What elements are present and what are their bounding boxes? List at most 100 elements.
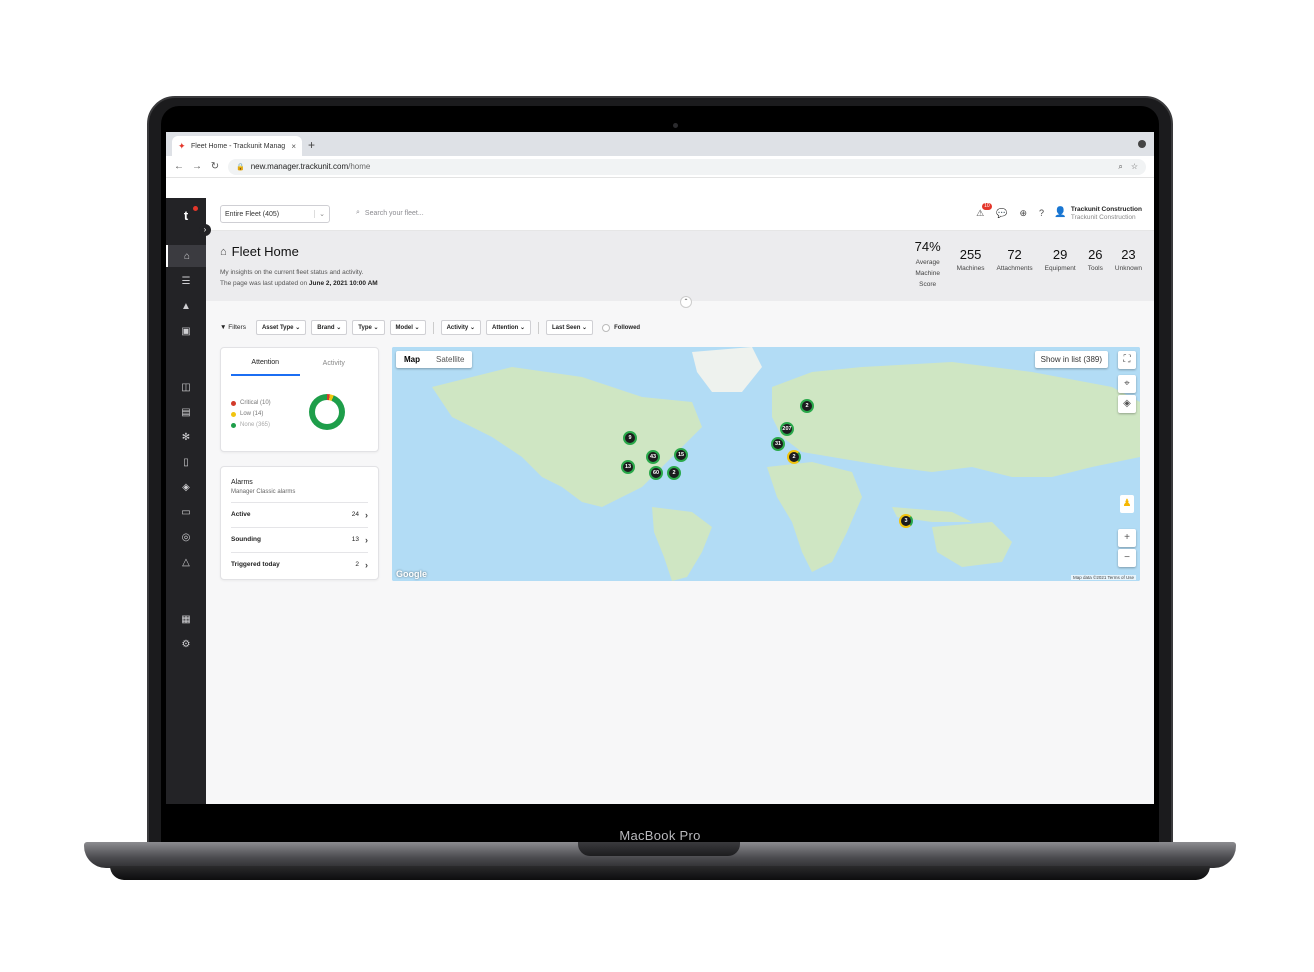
browser-tab[interactable]: ✦ Fleet Home - Trackunit Manag × [172, 136, 302, 156]
map-cluster[interactable]: 3 [899, 514, 913, 528]
map-cluster[interactable]: 43 [646, 450, 660, 464]
stat-tools[interactable]: 26 Tools [1082, 247, 1109, 290]
collapse-header-button[interactable]: ⌃ [680, 296, 692, 308]
filter-type[interactable]: Type ⌄ [352, 320, 385, 335]
location-pin-icon[interactable]: ⌖ [1118, 375, 1136, 393]
map-cluster[interactable]: 15 [674, 448, 688, 462]
search-placeholder: Search your fleet... [364, 209, 424, 217]
page-title: ⌂ Fleet Home [220, 244, 299, 259]
filter-brand[interactable]: Brand ⌄ [311, 320, 348, 335]
page-subtitle-text: My insights on the current fleet status … [220, 269, 364, 276]
filter-last-seen[interactable]: Last Seen ⌄ [546, 320, 594, 335]
chat-icon[interactable]: 💬 [996, 208, 1007, 219]
fleet-select[interactable]: Entire Fleet (405) ⌄ [220, 205, 330, 223]
map-cluster[interactable]: 60 [649, 466, 663, 480]
cone-icon[interactable]: △ [166, 551, 206, 573]
stat-label: Machines [956, 265, 985, 272]
updated-prefix: The page was last updated on [220, 280, 308, 287]
document-search-icon[interactable]: ▤ [166, 401, 206, 423]
fleet-map[interactable]: Map Satellite Show in list (389) ⛶ ⌖ ◈ ♟… [392, 347, 1140, 581]
address-bar: ← → ↻ 🔒 new.manager.trackunit.com/home ⌕… [166, 156, 1154, 178]
map-cluster[interactable]: 9 [623, 431, 637, 445]
reload-icon[interactable]: ↻ [210, 161, 220, 172]
updated-value: June 2, 2021 10:00 AM [308, 280, 378, 287]
map-type-satellite[interactable]: Satellite [428, 351, 472, 368]
help-icon[interactable]: ? [1039, 208, 1044, 219]
alarm-row-sounding[interactable]: Sounding 13 › [231, 527, 368, 551]
map-credit: Map data ©2021 Terms of Use [1070, 575, 1136, 580]
zoom-out-button[interactable]: − [1118, 549, 1136, 567]
layers-icon[interactable]: ◈ [166, 476, 206, 498]
map-cluster[interactable]: 207 [780, 422, 794, 436]
settings-icon[interactable]: ⚙ [166, 633, 206, 655]
stat-label: Tools [1087, 265, 1103, 272]
map-cluster[interactable]: 13 [621, 460, 635, 474]
tab-attention[interactable]: Attention [231, 359, 300, 376]
url-path: /home [348, 162, 371, 171]
map-cluster[interactable]: 31 [771, 437, 785, 451]
expand-sidebar-button[interactable]: › [199, 224, 211, 236]
stat-unknown[interactable]: 23 Unknown [1109, 247, 1148, 290]
layers-icon[interactable]: ◈ [1118, 395, 1136, 413]
alarm-row-active[interactable]: Active 24 › [231, 502, 368, 526]
tab-title: Fleet Home - Trackunit Manag [191, 142, 286, 150]
reports-icon[interactable]: ▣ [166, 320, 206, 342]
stat-label: Attachments [996, 265, 1033, 272]
followed-toggle[interactable]: Followed [602, 323, 640, 332]
lock-icon: 🔒 [236, 163, 245, 171]
search-input[interactable]: ⌕ Search your fleet... [356, 209, 424, 217]
close-icon[interactable]: × [291, 142, 296, 151]
attention-legend: Critical (10) Low (14) None (365) [231, 398, 271, 431]
home-icon[interactable]: ⌂ [166, 245, 206, 267]
box-icon[interactable]: ◫ [166, 376, 206, 398]
globe-icon[interactable]: ⊕ [1019, 208, 1027, 219]
chevron-right-icon: › [365, 534, 368, 545]
battery-icon[interactable]: ▭ [166, 501, 206, 523]
tab-activity[interactable]: Activity [300, 360, 369, 375]
assets-icon[interactable]: ▲ [166, 295, 206, 317]
stat-attachments[interactable]: 72 Attachments [990, 247, 1038, 290]
new-tab-icon[interactable]: + [308, 138, 315, 152]
trackunit-logo[interactable]: t [177, 206, 198, 224]
world-map-background [392, 347, 1140, 581]
zoom-icon[interactable]: ⌕ [1118, 162, 1122, 172]
notification-badge: 10 [982, 203, 992, 210]
filter-attention[interactable]: Attention ⌄ [485, 320, 532, 335]
map-cluster[interactable]: 2 [800, 399, 814, 413]
filter-activity[interactable]: Activity ⌄ [440, 320, 481, 335]
fullscreen-icon[interactable]: ⛶ [1118, 351, 1136, 369]
stat-number: 23 [1121, 247, 1136, 262]
camera [673, 123, 678, 128]
street-view-icon[interactable]: ♟ [1120, 495, 1134, 513]
legend-critical: Critical (10) [231, 398, 271, 409]
laptop-model-label: MacBook Pro [619, 828, 701, 843]
device-icon[interactable]: ▯ [166, 451, 206, 473]
browser-menu-icon[interactable] [1138, 140, 1146, 148]
filter-asset-type[interactable]: Asset Type ⌄ [255, 320, 307, 335]
bookmark-star-icon[interactable]: ☆ [1131, 162, 1138, 172]
map-cluster[interactable]: 2 [787, 450, 801, 464]
stat-machines[interactable]: 255 Machines [951, 247, 991, 290]
map-cluster[interactable]: 2 [667, 466, 681, 480]
alarm-row-triggered[interactable]: Triggered today 2 › [231, 552, 368, 576]
alert-icon[interactable]: ⚠ 10 [976, 203, 992, 219]
zoom-in-button[interactable]: + [1118, 529, 1136, 547]
show-in-list-button[interactable]: Show in list (389) [1034, 351, 1108, 368]
stat-equipment[interactable]: 29 Equipment [1039, 247, 1082, 290]
forward-icon[interactable]: → [192, 161, 202, 172]
back-icon[interactable]: ← [174, 161, 184, 172]
filter-model[interactable]: Model ⌄ [389, 320, 426, 335]
url-field[interactable]: 🔒 new.manager.trackunit.com/home ⌕ ☆ [228, 158, 1146, 175]
home-icon: ⌂ [220, 245, 227, 258]
chevron-right-icon: › [365, 509, 368, 520]
filter-bar: ▼ Filters Asset Type ⌄ Brand ⌄ Type ⌄ Mo… [220, 320, 640, 335]
location-target-icon[interactable]: ◎ [166, 526, 206, 548]
url-domain: new.manager.trackunit.com [250, 162, 349, 171]
map-type-map[interactable]: Map [396, 351, 428, 368]
bug-icon[interactable]: ✻ [166, 426, 206, 448]
admin-icon[interactable]: ▦ [166, 608, 206, 630]
chevron-right-icon: › [365, 559, 368, 570]
user-menu[interactable]: 👤 Trackunit Construction Trackunit Const… [1054, 206, 1142, 222]
alarms-title: Alarms [231, 479, 253, 486]
list-icon[interactable]: ☰ [166, 270, 206, 292]
